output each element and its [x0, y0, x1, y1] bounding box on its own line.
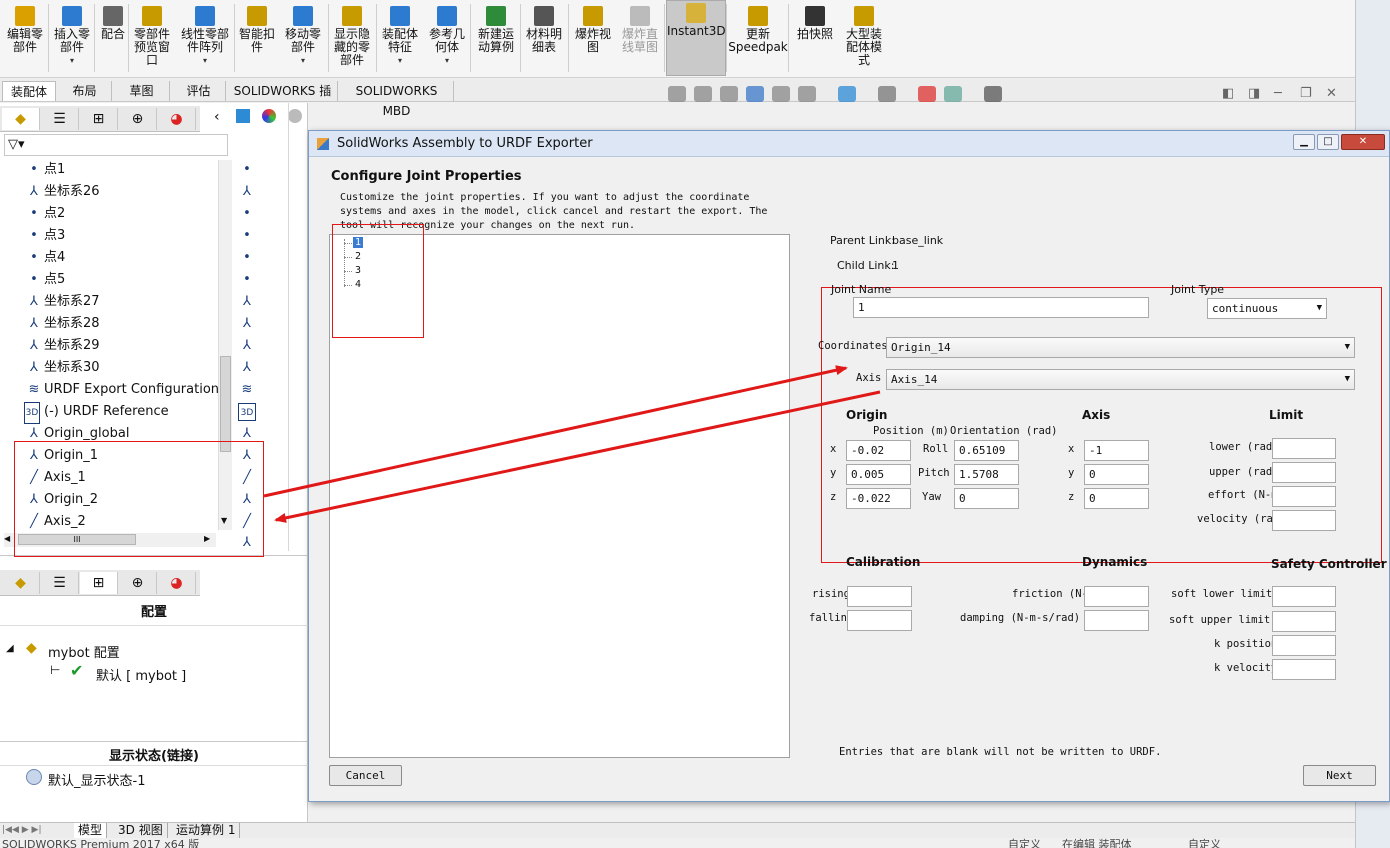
annotation-arrows [263, 365, 881, 523]
arrow-to-axis-tree [274, 390, 881, 523]
arrow-to-coordinates [263, 365, 848, 498]
